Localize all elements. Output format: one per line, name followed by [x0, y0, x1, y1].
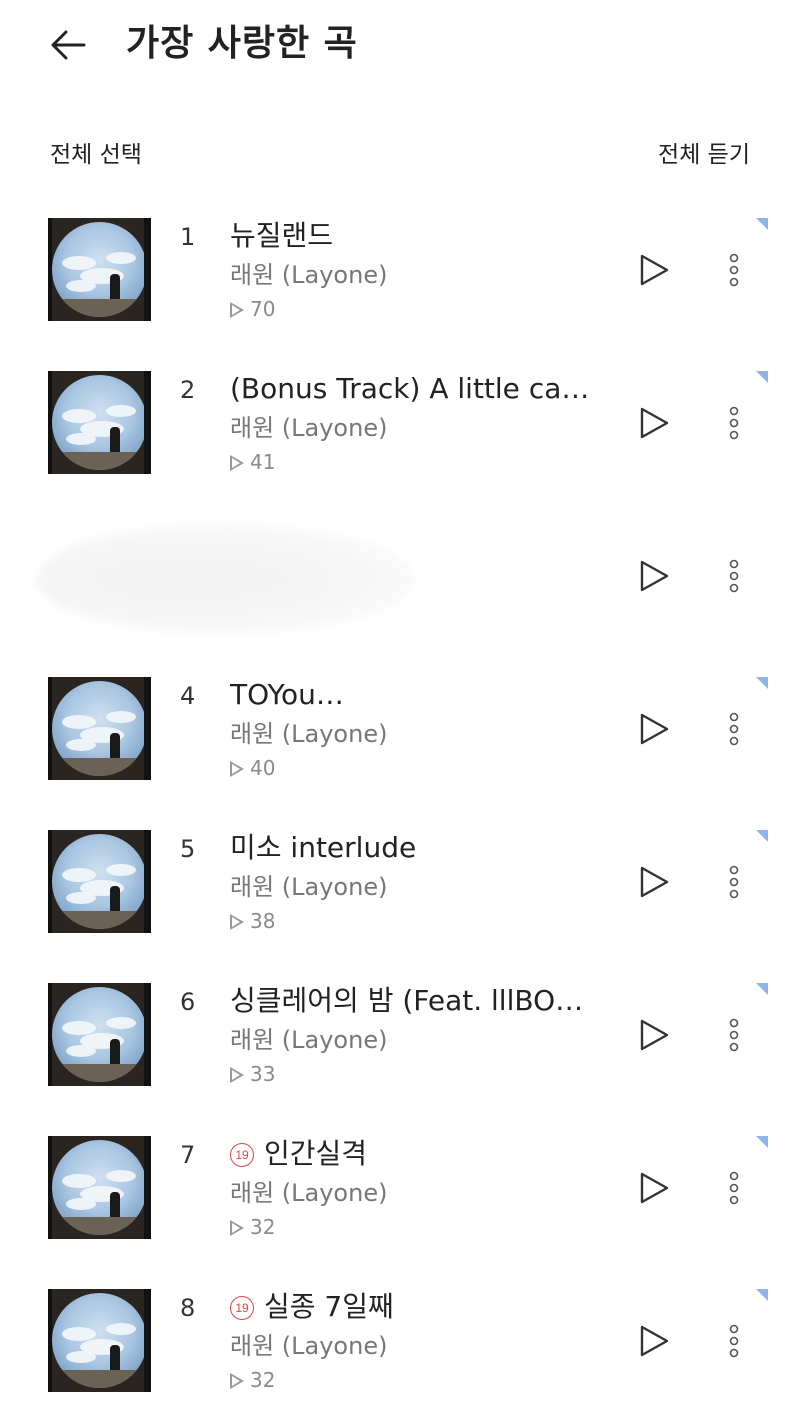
- corner-marker-icon: [756, 371, 768, 383]
- play-count: 32: [230, 1213, 275, 1241]
- play-count: 41: [230, 448, 275, 476]
- play-button[interactable]: [634, 709, 674, 749]
- explicit-19-badge: 19: [230, 1143, 254, 1167]
- obscured-region: [36, 524, 416, 634]
- song-row[interactable]: 7 19 인간실격 래원 (Layone) 32: [0, 1118, 800, 1258]
- play-count-icon: [230, 455, 244, 471]
- track-number: 4: [180, 682, 196, 710]
- play-button[interactable]: [634, 1015, 674, 1055]
- track-title[interactable]: (Bonus Track) A little ca…: [230, 369, 610, 409]
- header: 가장 사랑한 곡: [0, 0, 800, 95]
- play-count-icon: [230, 1373, 244, 1389]
- play-count-value: 33: [250, 1062, 276, 1086]
- corner-marker-icon: [756, 830, 768, 842]
- play-count-value: 38: [250, 909, 276, 933]
- play-button[interactable]: [634, 1168, 674, 1208]
- more-options-icon[interactable]: [722, 862, 746, 902]
- song-row[interactable]: 5 미소 interlude 래원 (Layone) 38: [0, 812, 800, 952]
- play-count: 70: [230, 295, 275, 323]
- track-number: 7: [180, 1141, 196, 1169]
- track-artist[interactable]: 래원 (Layone): [230, 1023, 387, 1057]
- album-art: [48, 830, 151, 933]
- corner-marker-icon: [756, 1136, 768, 1148]
- track-number: 8: [180, 1294, 196, 1322]
- select-all-button[interactable]: 전체 선택: [50, 136, 142, 174]
- album-art: [48, 1289, 151, 1392]
- play-count-value: 70: [250, 297, 276, 321]
- corner-marker-icon: [756, 677, 768, 689]
- track-title[interactable]: 미소 interlude: [230, 828, 610, 868]
- play-count-icon: [230, 1220, 244, 1236]
- track-title[interactable]: 19 실종 7일째: [230, 1287, 610, 1327]
- track-number: 5: [180, 835, 196, 863]
- play-count-value: 40: [250, 756, 276, 780]
- play-count: 33: [230, 1060, 275, 1088]
- play-count: 40: [230, 754, 275, 782]
- action-bar: 전체 선택 전체 듣기: [0, 136, 800, 176]
- track-artist[interactable]: 래원 (Layone): [230, 870, 387, 904]
- track-title[interactable]: 뉴질랜드: [230, 216, 610, 256]
- explicit-19-badge: 19: [230, 1296, 254, 1320]
- play-button[interactable]: [634, 403, 674, 443]
- play-button[interactable]: [634, 556, 674, 596]
- play-button[interactable]: [634, 862, 674, 902]
- song-row[interactable]: 2 (Bonus Track) A little ca… 래원 (Layone)…: [0, 353, 800, 493]
- play-count-icon: [230, 1067, 244, 1083]
- album-art: [48, 1136, 151, 1239]
- song-row-obscured[interactable]: [0, 506, 800, 646]
- track-title[interactable]: 19 인간실격: [230, 1134, 610, 1174]
- track-title-text: 실종 7일째: [264, 1290, 394, 1323]
- track-title-text: 싱클레어의 밤 (Feat. lllBO…: [230, 984, 584, 1017]
- more-options-icon[interactable]: [722, 556, 746, 596]
- song-row[interactable]: 8 19 실종 7일째 래원 (Layone) 32: [0, 1271, 800, 1411]
- play-count-icon: [230, 761, 244, 777]
- album-art: [48, 677, 151, 780]
- more-options-icon[interactable]: [722, 709, 746, 749]
- play-count-icon: [230, 914, 244, 930]
- track-title-text: 미소 interlude: [230, 831, 417, 864]
- track-number: 2: [180, 376, 196, 404]
- track-artist[interactable]: 래원 (Layone): [230, 258, 387, 292]
- track-number: 6: [180, 988, 196, 1016]
- play-all-button[interactable]: 전체 듣기: [658, 136, 750, 174]
- song-row[interactable]: 4 TOYou… 래원 (Layone) 40: [0, 659, 800, 799]
- play-count-value: 32: [250, 1215, 276, 1239]
- play-count-icon: [230, 302, 244, 318]
- play-button[interactable]: [634, 1321, 674, 1361]
- more-options-icon[interactable]: [722, 1321, 746, 1361]
- song-row[interactable]: 6 싱클레어의 밤 (Feat. lllBO… 래원 (Layone) 33: [0, 965, 800, 1105]
- corner-marker-icon: [756, 1289, 768, 1301]
- play-count-value: 32: [250, 1368, 276, 1392]
- back-arrow-icon[interactable]: [44, 22, 94, 68]
- track-title-text: (Bonus Track) A little ca…: [230, 372, 590, 405]
- play-button[interactable]: [634, 250, 674, 290]
- play-count-value: 41: [250, 450, 276, 474]
- page-title: 가장 사랑한 곡: [126, 23, 358, 64]
- track-number: 1: [180, 223, 196, 251]
- play-count: 38: [230, 907, 275, 935]
- play-count: 32: [230, 1366, 275, 1394]
- track-artist[interactable]: 래원 (Layone): [230, 411, 387, 445]
- corner-marker-icon: [756, 218, 768, 230]
- track-title-text: 인간실격: [264, 1137, 368, 1170]
- track-artist[interactable]: 래원 (Layone): [230, 1176, 387, 1210]
- more-options-icon[interactable]: [722, 250, 746, 290]
- track-artist[interactable]: 래원 (Layone): [230, 717, 387, 751]
- album-art: [48, 371, 151, 474]
- more-options-icon[interactable]: [722, 1015, 746, 1055]
- corner-marker-icon: [756, 983, 768, 995]
- song-row[interactable]: 1 뉴질랜드 래원 (Layone) 70: [0, 200, 800, 340]
- track-title-text: 뉴질랜드: [230, 219, 334, 252]
- more-options-icon[interactable]: [722, 403, 746, 443]
- track-title-text: TOYou…: [230, 678, 344, 711]
- album-art: [48, 218, 151, 321]
- more-options-icon[interactable]: [722, 1168, 746, 1208]
- album-art: [48, 983, 151, 1086]
- track-title[interactable]: TOYou…: [230, 675, 610, 715]
- track-artist[interactable]: 래원 (Layone): [230, 1329, 387, 1363]
- track-title[interactable]: 싱클레어의 밤 (Feat. lllBO…: [230, 981, 610, 1021]
